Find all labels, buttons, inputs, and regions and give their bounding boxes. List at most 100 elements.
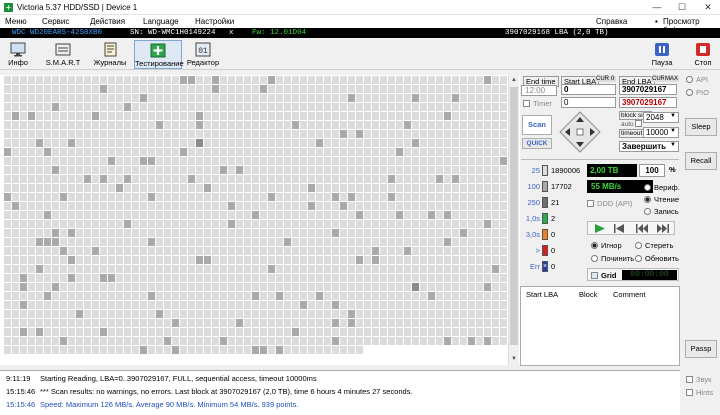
auto-checkbox[interactable]: auto [621,120,645,128]
step-back-icon[interactable] [612,223,628,234]
timeout-select[interactable]: 10000 ▼ [643,127,679,138]
verify-radio[interactable]: Вериф. [644,183,680,192]
timer-checkbox[interactable]: Timer [523,99,552,108]
scan-block [236,85,243,93]
scan-block [452,139,459,147]
scan-block [404,274,411,282]
scan-block [380,166,387,174]
navigation-arrows[interactable] [559,111,601,153]
scan-block [340,337,347,345]
scan-block [156,130,163,138]
menu-item-menu[interactable]: Меню [5,17,27,26]
erase-radio-dot[interactable] [635,242,642,249]
menu-item-actions[interactable]: Действия [90,17,125,26]
close-device-button[interactable]: x [229,28,234,38]
ddd-check[interactable] [587,200,594,207]
verify-radio-dot[interactable] [644,184,651,191]
start-cur-button[interactable]: CUR [595,76,610,82]
scan-block [220,202,227,210]
sleep-button[interactable]: Sleep [685,118,717,136]
start-lba-input[interactable]: 0 [561,84,616,95]
scan-block [52,238,59,246]
scan-block [468,301,475,309]
column-header-block[interactable]: Block [579,290,597,299]
grid-checkbox[interactable]: Grid [591,271,616,280]
scan-block [348,337,355,345]
api-radio-dot[interactable] [686,76,693,83]
end-max-button[interactable]: MAX [664,76,680,82]
scan-block [212,229,219,237]
pause-icon [655,43,669,56]
quick-button[interactable]: QUICK [522,138,552,149]
menu-item-language[interactable]: Language [143,17,179,26]
scan-block [36,220,43,228]
auto-check[interactable] [635,120,643,127]
pause-button[interactable]: Пауза [648,40,676,69]
sound-checkbox[interactable]: Звук [686,375,711,384]
scan-block [108,148,115,156]
column-header-comment[interactable]: Comment [613,290,646,299]
info-button[interactable]: Инфо [3,40,33,69]
scan-block [108,337,115,345]
ddd-api-checkbox[interactable]: DDD (API) [587,199,632,208]
scan-block [36,202,43,210]
scan-block [244,328,251,336]
column-header-start-lba[interactable]: Start LBA [526,290,558,299]
rewind-icon[interactable] [634,223,650,234]
repair-radio[interactable]: Починить [591,254,634,263]
ignore-radio[interactable]: Игнор [591,241,622,250]
scan-block [20,247,27,255]
grid-scrollbar[interactable]: ▲ ▼ [508,75,519,365]
timer-check[interactable] [523,100,530,107]
menu-item-help[interactable]: Справка [596,17,627,26]
editor-button[interactable]: 01 Редактор [186,40,220,69]
ignore-radio-dot[interactable] [591,242,598,249]
block-size-select[interactable]: 2048 ▼ [643,112,679,123]
hints-checkbox[interactable]: Hints [686,388,713,397]
hints-check[interactable] [686,389,693,396]
smart-button[interactable]: S.M.A.R.T [42,40,84,69]
scan-block [284,193,291,201]
scan-block [444,220,451,228]
minimize-button[interactable]: — [646,0,668,15]
menu-item-service[interactable]: Сервис [42,17,69,26]
scan-block [76,148,83,156]
api-radio[interactable]: API [686,75,708,84]
scan-block [388,94,395,102]
read-radio-dot[interactable] [644,196,651,203]
refresh-radio-dot[interactable] [635,255,642,262]
grid-check[interactable] [591,272,598,279]
scan-block [388,283,395,291]
sound-check[interactable] [686,376,693,383]
end-time-input[interactable]: 12:00 [521,85,557,96]
scan-block [156,274,163,282]
play-icon[interactable] [591,223,607,234]
scan-block [324,283,331,291]
maximize-button[interactable]: ☐ [671,0,693,15]
write-radio[interactable]: Запись [644,207,679,216]
read-radio[interactable]: Чтение [644,195,679,204]
refresh-radio[interactable]: Обновить [635,254,679,263]
scan-block [140,292,147,300]
close-window-button[interactable]: ✕ [697,0,719,15]
passport-button[interactable]: Passp [685,340,717,358]
scan-block [500,337,507,345]
repair-radio-dot[interactable] [591,255,598,262]
scan-button[interactable]: Scan [522,115,552,135]
skip-end-icon[interactable] [655,223,671,234]
pio-radio-dot[interactable] [686,89,693,96]
journals-button[interactable]: Журналы [92,40,128,69]
erase-radio[interactable]: Стереть [635,241,673,250]
scan-block [180,94,187,102]
menu-item-settings[interactable]: Настройки [195,17,234,26]
end-lba-input[interactable]: 3907029167 [619,84,677,95]
start-zero-button[interactable]: 0 [609,76,617,82]
scan-block [420,274,427,282]
recall-button[interactable]: Recall [685,152,717,170]
write-radio-dot[interactable] [644,208,651,215]
testing-button[interactable]: Тестирование [134,40,184,69]
scan-block [364,157,371,165]
pio-radio[interactable]: PIO [686,88,709,97]
finish-action-select[interactable]: Завершить ▼ [619,141,679,152]
stop-button[interactable]: Стоп [690,40,716,69]
